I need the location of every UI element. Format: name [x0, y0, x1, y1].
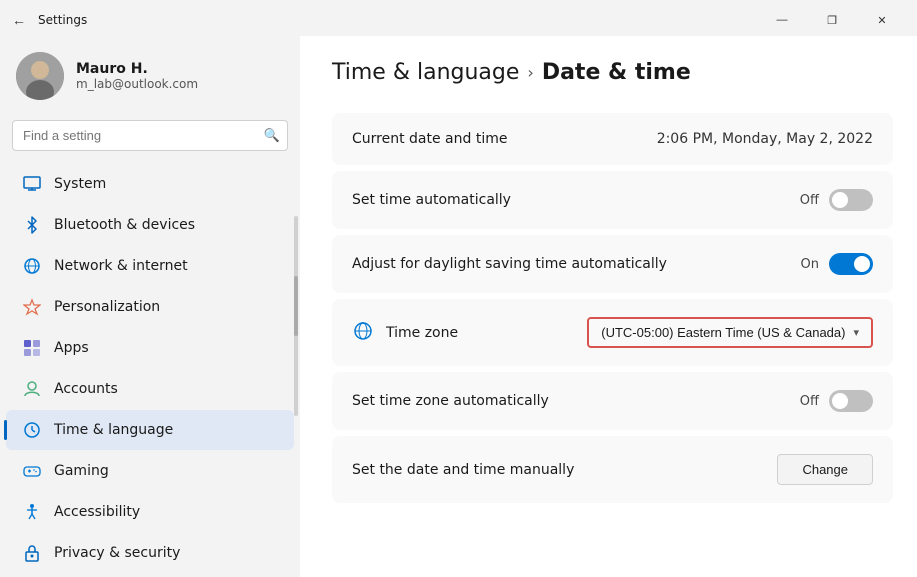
- sidebar-item-bluetooth[interactable]: Bluetooth & devices: [6, 205, 294, 245]
- value-daylight-saving: On: [801, 253, 873, 275]
- sidebar-item-label-apps: Apps: [54, 340, 89, 356]
- timezone-icon: [352, 320, 374, 346]
- sidebar-item-label-network: Network & internet: [54, 258, 188, 274]
- sidebar-item-accounts[interactable]: Accounts: [6, 369, 294, 409]
- settings-section-set-datetime-manual: Set the date and time manually Change: [332, 436, 893, 503]
- sidebar-item-label-accessibility: Accessibility: [54, 504, 140, 520]
- apps-icon: [22, 338, 42, 358]
- sidebar-item-system[interactable]: System: [6, 164, 294, 204]
- user-info: Mauro H. m_lab@outlook.com: [76, 61, 198, 91]
- sidebar-item-personalization[interactable]: Personalization: [6, 287, 294, 327]
- settings-row-timezone: Time zone (UTC-05:00) Eastern Time (US & …: [332, 299, 893, 366]
- toggle-daylight-saving[interactable]: [829, 253, 873, 275]
- settings-rows: Current date and time 2:06 PM, Monday, Ma…: [332, 113, 893, 503]
- sidebar-item-label-personalization: Personalization: [54, 299, 160, 315]
- system-icon: [22, 174, 42, 194]
- settings-row-set-datetime-manual: Set the date and time manually Change: [332, 436, 893, 503]
- current-datetime-value: 2:06 PM, Monday, May 2, 2022: [657, 131, 873, 147]
- label-timezone: Time zone: [352, 320, 458, 346]
- toggle-timezone-auto[interactable]: [829, 390, 873, 412]
- settings-section-timezone-auto: Set time zone automatically Off: [332, 372, 893, 430]
- personalization-icon: [22, 297, 42, 317]
- breadcrumb-current: Date & time: [542, 60, 691, 85]
- settings-section-set-time-auto: Set time automatically Off: [332, 171, 893, 229]
- accounts-icon: [22, 379, 42, 399]
- toggle-label-daylight-saving: On: [801, 257, 819, 272]
- time-icon: [22, 420, 42, 440]
- value-set-datetime-manual: Change: [777, 454, 873, 485]
- app-title: Settings: [38, 13, 87, 27]
- toggle-label-timezone-auto: Off: [800, 394, 819, 409]
- gaming-icon: [22, 461, 42, 481]
- settings-section-current-datetime: Current date and time 2:06 PM, Monday, Ma…: [332, 113, 893, 165]
- settings-row-set-time-auto: Set time automatically Off: [332, 171, 893, 229]
- settings-section-timezone: Time zone (UTC-05:00) Eastern Time (US & …: [332, 299, 893, 366]
- network-icon: [22, 256, 42, 276]
- sidebar: Mauro H. m_lab@outlook.com 🔍 System Bluet…: [0, 36, 300, 577]
- sidebar-item-label-time: Time & language: [54, 422, 173, 438]
- search-input[interactable]: [12, 120, 288, 151]
- nav-list: System Bluetooth & devices Network & inter…: [0, 163, 300, 574]
- toggle-set-time-auto[interactable]: [829, 189, 873, 211]
- maximize-button[interactable]: ❐: [809, 6, 855, 34]
- user-profile: Mauro H. m_lab@outlook.com: [0, 36, 300, 120]
- privacy-icon: [22, 543, 42, 563]
- window-controls: — ❐ ✕: [759, 6, 905, 34]
- back-button[interactable]: ←: [12, 12, 26, 28]
- breadcrumb-parent: Time & language: [332, 60, 519, 85]
- sidebar-item-time[interactable]: Time & language: [6, 410, 294, 450]
- page-header: Time & language › Date & time: [332, 60, 893, 85]
- bluetooth-icon: [22, 215, 42, 235]
- timezone-value: (UTC-05:00) Eastern Time (US & Canada): [601, 325, 845, 340]
- user-name: Mauro H.: [76, 61, 198, 77]
- label-current-datetime: Current date and time: [352, 131, 507, 147]
- sidebar-item-label-privacy: Privacy & security: [54, 545, 180, 561]
- minimize-button[interactable]: —: [759, 6, 805, 34]
- label-daylight-saving: Adjust for daylight saving time automati…: [352, 256, 667, 272]
- label-set-datetime-manual: Set the date and time manually: [352, 462, 574, 478]
- settings-row-daylight-saving: Adjust for daylight saving time automati…: [332, 235, 893, 293]
- label-timezone-auto: Set time zone automatically: [352, 393, 549, 409]
- sidebar-item-gaming[interactable]: Gaming: [6, 451, 294, 491]
- search-icon: 🔍: [264, 128, 280, 143]
- change-button-set-datetime-manual[interactable]: Change: [777, 454, 873, 485]
- user-email: m_lab@outlook.com: [76, 77, 198, 91]
- value-set-time-auto: Off: [800, 189, 873, 211]
- sidebar-item-network[interactable]: Network & internet: [6, 246, 294, 286]
- sidebar-item-label-accounts: Accounts: [54, 381, 118, 397]
- search-box: 🔍: [12, 120, 288, 151]
- settings-row-timezone-auto: Set time zone automatically Off: [332, 372, 893, 430]
- value-timezone-auto: Off: [800, 390, 873, 412]
- sidebar-item-label-bluetooth: Bluetooth & devices: [54, 217, 195, 233]
- sidebar-item-apps[interactable]: Apps: [6, 328, 294, 368]
- sidebar-item-label-gaming: Gaming: [54, 463, 109, 479]
- toggle-label-set-time-auto: Off: [800, 193, 819, 208]
- label-set-time-auto: Set time automatically: [352, 192, 511, 208]
- settings-section-daylight-saving: Adjust for daylight saving time automati…: [332, 235, 893, 293]
- breadcrumb-chevron: ›: [527, 63, 533, 82]
- value-current-datetime: 2:06 PM, Monday, May 2, 2022: [657, 131, 873, 147]
- value-timezone: (UTC-05:00) Eastern Time (US & Canada) ▾: [587, 317, 873, 348]
- sidebar-item-label-system: System: [54, 176, 106, 192]
- app-body: Mauro H. m_lab@outlook.com 🔍 System Bluet…: [0, 36, 917, 577]
- main-content: Time & language › Date & time Current da…: [300, 36, 917, 577]
- accessibility-icon: [22, 502, 42, 522]
- timezone-dropdown[interactable]: (UTC-05:00) Eastern Time (US & Canada) ▾: [587, 317, 873, 348]
- sidebar-item-accessibility[interactable]: Accessibility: [6, 492, 294, 532]
- chevron-down-icon: ▾: [853, 326, 859, 339]
- avatar: [16, 52, 64, 100]
- sidebar-item-privacy[interactable]: Privacy & security: [6, 533, 294, 573]
- title-bar: ← Settings — ❐ ✕: [0, 0, 917, 36]
- close-button[interactable]: ✕: [859, 6, 905, 34]
- settings-row-current-datetime: Current date and time 2:06 PM, Monday, Ma…: [332, 113, 893, 165]
